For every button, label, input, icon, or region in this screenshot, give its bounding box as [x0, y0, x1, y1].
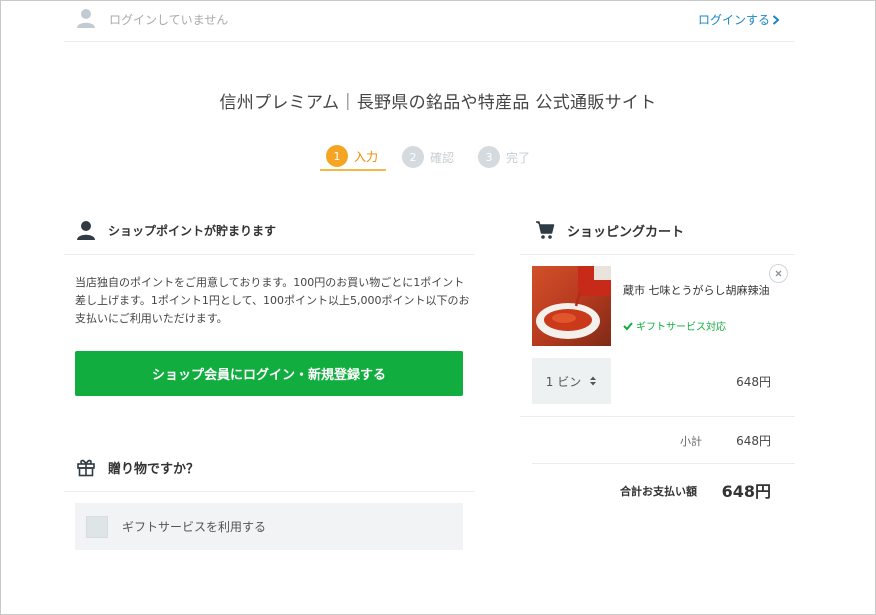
divider — [64, 254, 474, 255]
cart-heading: ショッピングカート — [535, 220, 684, 240]
cart-icon — [536, 221, 555, 239]
check-icon — [623, 321, 633, 330]
user-icon — [77, 9, 95, 28]
divider — [520, 254, 795, 255]
divider — [64, 491, 474, 492]
step-confirm: 2 確認 — [396, 143, 472, 171]
product-name[interactable]: 蔵市 七味とうがらし胡麻辣油 — [623, 282, 773, 299]
total-value: 648円 — [721, 482, 771, 501]
quantity-value: 1 ビン — [545, 374, 582, 389]
step-label: 確認 — [430, 150, 455, 165]
gift-service-checkbox[interactable] — [86, 515, 108, 538]
quantity-select[interactable]: 1 ビン — [532, 358, 611, 404]
gift-supported-note: ギフトサービス対応 — [623, 318, 726, 333]
gift-heading-text: 贈り物ですか？ — [108, 461, 200, 477]
sort-arrows-icon — [590, 376, 597, 386]
user-icon — [77, 221, 95, 240]
page-title: 信州プレミアム｜長野県の銘品や特産品 公式通販サイト — [219, 93, 657, 113]
top-bar: ログインしていません ログインする — [64, 0, 794, 42]
total-label: 合計お支払い額 — [620, 485, 697, 498]
step-label: 完了 — [506, 150, 531, 165]
step-input: 1 入力 — [320, 143, 386, 171]
close-icon — [775, 270, 782, 277]
item-price: 648円 — [736, 375, 771, 389]
remove-item-button[interactable] — [769, 264, 788, 283]
divider — [520, 416, 795, 417]
gift-service-label: ギフトサービスを利用する — [122, 520, 267, 534]
login-link-label: ログインする — [697, 13, 770, 27]
gift-supported-text: ギフトサービス対応 — [636, 322, 726, 333]
gift-icon — [77, 459, 95, 477]
login-register-button[interactable]: ショップ会員にログイン・新規登録する — [75, 351, 463, 396]
gift-heading: 贈り物ですか？ — [76, 457, 199, 477]
points-heading-text: ショップポイントが貯まります — [108, 223, 277, 238]
step-complete: 3 完了 — [472, 143, 542, 171]
product-image[interactable] — [532, 266, 611, 346]
points-heading: ショップポイントが貯まります — [76, 220, 276, 240]
subtotal-value: 648円 — [736, 434, 771, 448]
step-number: 2 — [402, 146, 424, 168]
chevron-right-icon — [772, 14, 780, 25]
login-status: ログインしていません — [109, 13, 229, 27]
checkout-steps: 1 入力 2 確認 3 完了 — [320, 143, 542, 175]
gift-service-option[interactable]: ギフトサービスを利用する — [75, 503, 463, 550]
points-description: 当店独自のポイントをご用意しております。100円のお買い物ごとに1ポイント差し上… — [75, 276, 470, 325]
subtotal-label: 小計 — [680, 435, 702, 448]
step-number: 3 — [478, 146, 500, 168]
step-label: 入力 — [354, 149, 379, 164]
login-link[interactable]: ログインする — [698, 11, 780, 28]
cart-heading-text: ショッピングカート — [567, 224, 685, 240]
step-number: 1 — [326, 145, 348, 167]
divider — [532, 463, 795, 464]
